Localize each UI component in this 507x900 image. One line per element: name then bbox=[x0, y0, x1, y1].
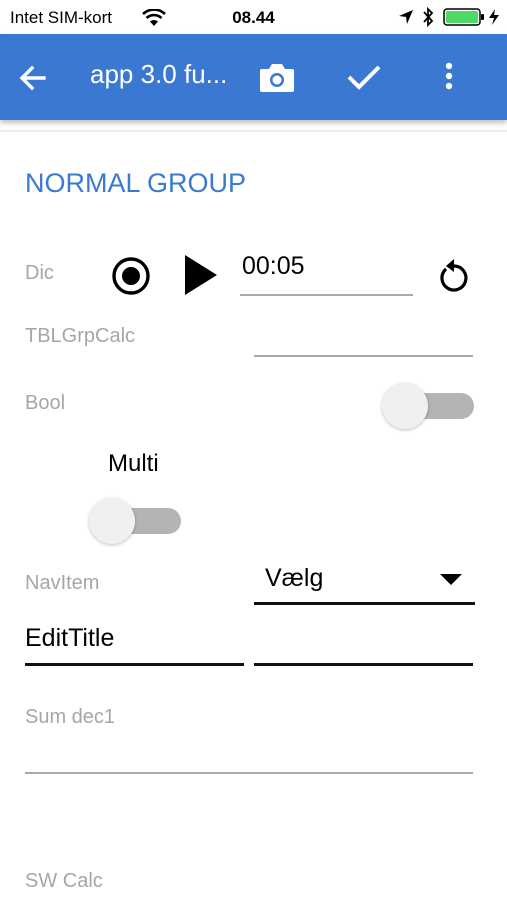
status-bar: Intet SIM-kort 08.44 bbox=[0, 0, 507, 34]
replay-icon[interactable] bbox=[437, 258, 471, 294]
nav-label: NavItem bbox=[25, 572, 100, 594]
more-vert-icon[interactable] bbox=[440, 59, 458, 95]
bluetooth-icon bbox=[423, 7, 434, 27]
edit-title-field[interactable]: EditTitle bbox=[25, 624, 114, 653]
multi-toggle-thumb bbox=[89, 498, 135, 544]
location-arrow-icon bbox=[399, 10, 413, 24]
nav-select-underline bbox=[254, 602, 475, 605]
group-title: NORMAL GROUP bbox=[25, 168, 247, 198]
sum-label: Sum dec1 bbox=[25, 706, 116, 728]
record-icon[interactable] bbox=[111, 256, 151, 296]
play-icon[interactable] bbox=[183, 254, 219, 296]
dropdown-arrow-icon[interactable] bbox=[440, 574, 462, 586]
check-icon[interactable] bbox=[345, 59, 383, 95]
charging-bolt-icon bbox=[489, 9, 499, 25]
bool-toggle[interactable] bbox=[382, 383, 474, 429]
tbl-input[interactable] bbox=[254, 355, 473, 357]
sw-calc-label: SW Calc bbox=[25, 870, 103, 892]
multi-label: Multi bbox=[108, 450, 159, 477]
edit-value-input[interactable] bbox=[254, 663, 473, 666]
timer-underline bbox=[240, 294, 413, 296]
edit-title-underline bbox=[25, 663, 244, 666]
nav-select-value[interactable]: Vælg bbox=[265, 564, 323, 593]
camera-icon[interactable] bbox=[258, 59, 296, 95]
app-bar: app 3.0 fu... bbox=[0, 34, 507, 120]
tbl-label: TBLGrpCalc bbox=[25, 325, 136, 347]
bool-toggle-thumb bbox=[382, 383, 428, 429]
app-bar-divider bbox=[0, 130, 507, 132]
back-arrow-icon[interactable] bbox=[16, 61, 50, 95]
timer-value: 00:05 bbox=[242, 252, 305, 280]
dic-label: Dic bbox=[25, 262, 54, 284]
battery-icon bbox=[443, 8, 484, 26]
app-title: app 3.0 fu... bbox=[90, 59, 228, 89]
bool-label: Bool bbox=[25, 392, 66, 414]
multi-toggle[interactable] bbox=[89, 498, 181, 544]
sum-input[interactable] bbox=[25, 772, 473, 774]
